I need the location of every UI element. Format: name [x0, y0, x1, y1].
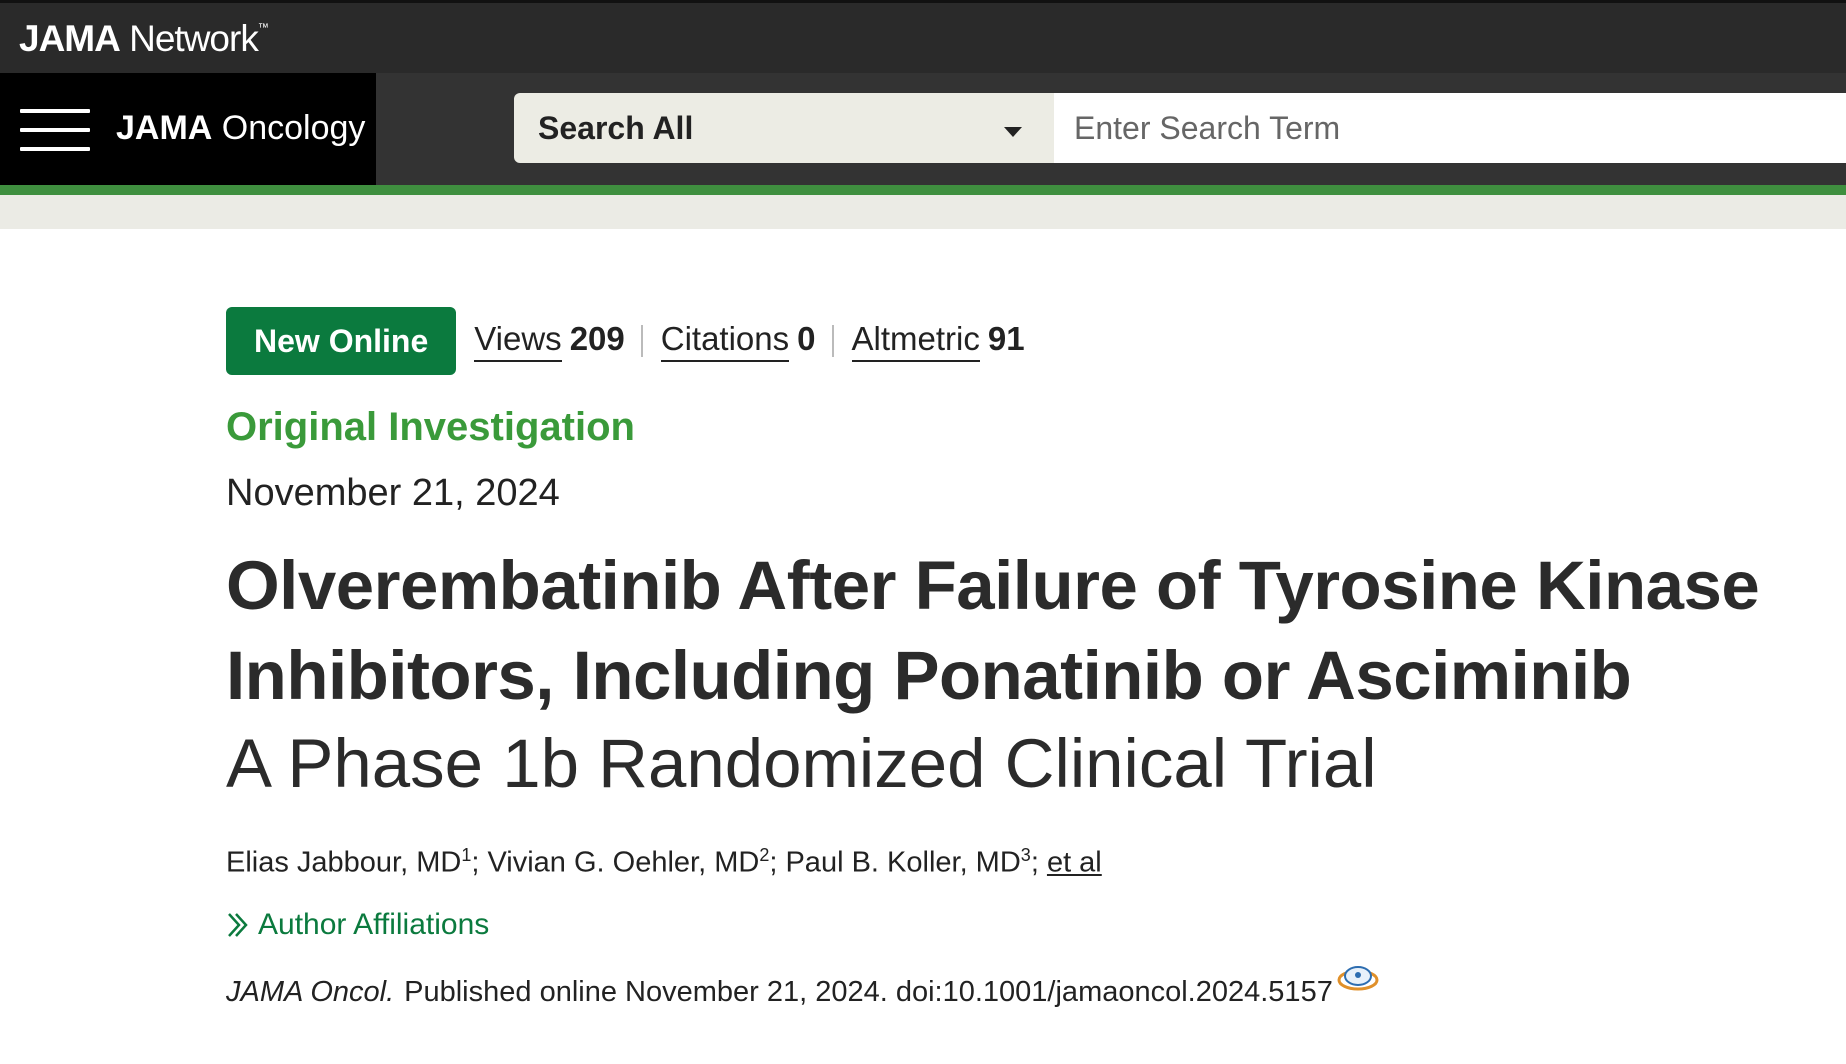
jama-network-bar: JAMA Network™	[0, 0, 1846, 73]
altmetric-metric[interactable]: Altmetric 91	[851, 320, 1025, 362]
article-type: Original Investigation	[226, 405, 635, 449]
views-label: Views	[474, 320, 562, 362]
article-meta-row: New Online Views 209 Citations 0 Altmetr…	[226, 307, 1786, 375]
journal-logo[interactable]: JAMA Oncology	[116, 109, 365, 148]
sub-nav-bar	[0, 195, 1846, 229]
journal-name-rest: Oncology	[212, 109, 366, 147]
new-online-badge: New Online	[226, 307, 457, 375]
citations-metric[interactable]: Citations 0	[660, 320, 816, 362]
article-title: Olverembatinib After Failure of Tyrosine…	[226, 541, 1786, 721]
author-list: Elias Jabbour, MD1; Vivian G. Oehler, MD…	[226, 845, 1102, 879]
search-input[interactable]	[1054, 93, 1846, 163]
citation-line: JAMA Oncol. Published online November 21…	[226, 965, 1786, 1009]
double-chevron-right-icon	[228, 912, 248, 937]
jama-network-logo[interactable]: JAMA Network™	[19, 18, 269, 60]
journal-name-bold: JAMA	[116, 109, 213, 147]
author-affiliations-toggle[interactable]: Author Affiliations	[226, 908, 1786, 942]
article-header: New Online Views 209 Citations 0 Altmetr…	[226, 307, 1786, 1009]
author-name[interactable]: Paul B. Koller, MD	[785, 847, 1020, 879]
search-scope-label: Search All	[538, 109, 694, 146]
altmetric-value: 91	[987, 320, 1025, 357]
metric-separator	[831, 325, 834, 357]
citations-value: 0	[797, 320, 816, 357]
metric-separator	[640, 325, 643, 357]
views-metric[interactable]: Views 209	[474, 320, 625, 362]
green-divider	[0, 185, 1846, 195]
author-name[interactable]: Vivian G. Oehler, MD	[487, 847, 759, 879]
journal-nav-bar: JAMA Oncology Search All	[0, 73, 1846, 185]
network-logo-bold: JAMA	[19, 18, 121, 59]
altmetric-label: Altmetric	[851, 320, 980, 362]
publication-date: November 21, 2024	[226, 472, 560, 514]
citation-journal: JAMA Oncol.	[226, 975, 395, 1008]
author-affiliation-number[interactable]: 2	[759, 845, 769, 865]
altmetric-icon[interactable]	[1337, 965, 1379, 995]
title-line-1: Olverembatinib After Failure of Tyrosine…	[226, 547, 1760, 624]
search-scope-dropdown[interactable]: Search All	[514, 93, 1054, 163]
author-affiliations-label: Author Affiliations	[258, 907, 490, 941]
views-value: 209	[569, 320, 625, 357]
network-logo-rest: Network	[119, 18, 259, 59]
citations-label: Citations	[660, 320, 790, 362]
citation-text: Published online November 21, 2024. doi:…	[404, 975, 1333, 1008]
journal-brand: JAMA Oncology	[0, 73, 376, 185]
author-affiliation-number[interactable]: 3	[1021, 845, 1031, 865]
et-al-link[interactable]: et al	[1047, 847, 1102, 879]
hamburger-menu-icon[interactable]	[20, 109, 90, 153]
network-logo-tm: ™	[257, 22, 269, 34]
chevron-down-icon	[1004, 127, 1022, 137]
author-name[interactable]: Elias Jabbour, MD	[226, 847, 461, 879]
title-line-2: Inhibitors, Including Ponatinib or Ascim…	[226, 637, 1632, 714]
article-subtitle: A Phase 1b Randomized Clinical Trial	[226, 725, 1377, 802]
author-affiliation-number[interactable]: 1	[461, 845, 471, 865]
